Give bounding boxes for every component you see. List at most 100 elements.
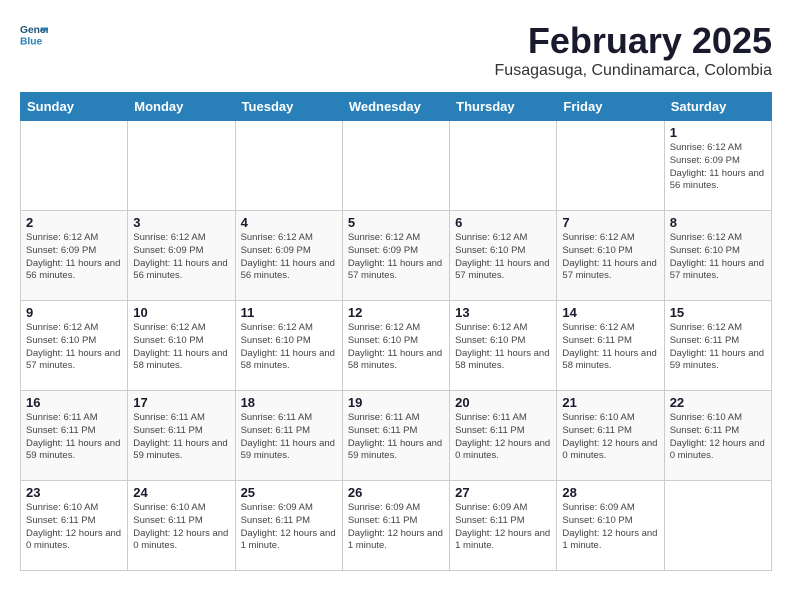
day-info: Sunrise: 6:12 AM Sunset: 6:09 PM Dayligh… [241, 232, 337, 283]
day-info: Sunrise: 6:10 AM Sunset: 6:11 PM Dayligh… [562, 412, 658, 463]
day-number: 5 [348, 215, 444, 230]
day-info: Sunrise: 6:12 AM Sunset: 6:10 PM Dayligh… [348, 322, 444, 373]
day-number: 7 [562, 215, 658, 230]
day-number: 19 [348, 395, 444, 410]
day-number: 1 [670, 125, 766, 140]
table-row: 4 Sunrise: 6:12 AM Sunset: 6:09 PM Daylig… [235, 211, 342, 301]
day-number: 20 [455, 395, 551, 410]
day-info: Sunrise: 6:10 AM Sunset: 6:11 PM Dayligh… [670, 412, 766, 463]
day-number: 9 [26, 305, 122, 320]
day-info: Sunrise: 6:12 AM Sunset: 6:10 PM Dayligh… [26, 322, 122, 373]
day-number: 23 [26, 485, 122, 500]
day-number: 16 [26, 395, 122, 410]
table-row: 20 Sunrise: 6:11 AM Sunset: 6:11 PM Dayli… [450, 391, 557, 481]
day-info: Sunrise: 6:11 AM Sunset: 6:11 PM Dayligh… [348, 412, 444, 463]
day-number: 28 [562, 485, 658, 500]
col-saturday: Saturday [664, 93, 771, 121]
table-row: 24 Sunrise: 6:10 AM Sunset: 6:11 PM Dayli… [128, 481, 235, 571]
calendar-header-row: Sunday Monday Tuesday Wednesday Thursday… [21, 93, 772, 121]
table-row: 22 Sunrise: 6:10 AM Sunset: 6:11 PM Dayli… [664, 391, 771, 481]
day-number: 27 [455, 485, 551, 500]
calendar-title: February 2025 [495, 20, 772, 62]
table-row: 25Sunrise: 6:09 AM Sunset: 6:11 PM Dayli… [235, 481, 342, 571]
calendar-table: Sunday Monday Tuesday Wednesday Thursday… [20, 92, 772, 571]
calendar-week-row: 9 Sunrise: 6:12 AM Sunset: 6:10 PM Daylig… [21, 301, 772, 391]
day-number: 24 [133, 485, 229, 500]
day-number: 22 [670, 395, 766, 410]
day-number: 14 [562, 305, 658, 320]
title-section: February 2025 Fusagasuga, Cundinamarca, … [495, 20, 772, 80]
table-row: 28 Sunrise: 6:09 AM Sunset: 6:10 PM Dayli… [557, 481, 664, 571]
calendar-week-row: 1Sunrise: 6:12 AM Sunset: 6:09 PM Daylig… [21, 121, 772, 211]
day-info: Sunrise: 6:12 AM Sunset: 6:09 PM Dayligh… [26, 232, 122, 283]
day-info: Sunrise: 6:11 AM Sunset: 6:11 PM Dayligh… [455, 412, 551, 463]
logo: General Blue [20, 20, 50, 48]
table-row: 15 Sunrise: 6:12 AM Sunset: 6:11 PM Dayli… [664, 301, 771, 391]
day-number: 13 [455, 305, 551, 320]
day-info: Sunrise: 6:12 AM Sunset: 6:09 PM Dayligh… [348, 232, 444, 283]
table-row: 23Sunrise: 6:10 AM Sunset: 6:11 PM Dayli… [21, 481, 128, 571]
day-info: Sunrise: 6:12 AM Sunset: 6:10 PM Dayligh… [455, 232, 551, 283]
col-monday: Monday [128, 93, 235, 121]
table-row: 16Sunrise: 6:11 AM Sunset: 6:11 PM Dayli… [21, 391, 128, 481]
day-number: 11 [241, 305, 337, 320]
day-info: Sunrise: 6:12 AM Sunset: 6:10 PM Dayligh… [670, 232, 766, 283]
table-row [557, 121, 664, 211]
table-row: 11 Sunrise: 6:12 AM Sunset: 6:10 PM Dayli… [235, 301, 342, 391]
day-info: Sunrise: 6:12 AM Sunset: 6:10 PM Dayligh… [241, 322, 337, 373]
day-number: 25 [241, 485, 337, 500]
table-row [450, 121, 557, 211]
col-wednesday: Wednesday [342, 93, 449, 121]
day-number: 8 [670, 215, 766, 230]
table-row [128, 121, 235, 211]
logo-icon: General Blue [20, 20, 48, 48]
day-info: Sunrise: 6:09 AM Sunset: 6:10 PM Dayligh… [562, 502, 658, 553]
day-info: Sunrise: 6:12 AM Sunset: 6:11 PM Dayligh… [562, 322, 658, 373]
table-row: 18 Sunrise: 6:11 AM Sunset: 6:11 PM Dayli… [235, 391, 342, 481]
day-number: 18 [241, 395, 337, 410]
table-row: 21 Sunrise: 6:10 AM Sunset: 6:11 PM Dayli… [557, 391, 664, 481]
table-row: 1Sunrise: 6:12 AM Sunset: 6:09 PM Daylig… [664, 121, 771, 211]
day-number: 6 [455, 215, 551, 230]
day-info: Sunrise: 6:12 AM Sunset: 6:11 PM Dayligh… [670, 322, 766, 373]
table-row: 19 Sunrise: 6:11 AM Sunset: 6:11 PM Dayli… [342, 391, 449, 481]
table-row: 26Sunrise: 6:09 AM Sunset: 6:11 PM Dayli… [342, 481, 449, 571]
day-number: 10 [133, 305, 229, 320]
svg-text:Blue: Blue [20, 36, 43, 47]
day-info: Sunrise: 6:12 AM Sunset: 6:10 PM Dayligh… [133, 322, 229, 373]
table-row: 3Sunrise: 6:12 AM Sunset: 6:09 PM Daylig… [128, 211, 235, 301]
day-number: 12 [348, 305, 444, 320]
day-info: Sunrise: 6:11 AM Sunset: 6:11 PM Dayligh… [241, 412, 337, 463]
day-info: Sunrise: 6:09 AM Sunset: 6:11 PM Dayligh… [455, 502, 551, 553]
day-info: Sunrise: 6:12 AM Sunset: 6:10 PM Dayligh… [562, 232, 658, 283]
table-row: 14 Sunrise: 6:12 AM Sunset: 6:11 PM Dayli… [557, 301, 664, 391]
table-row [342, 121, 449, 211]
table-row: 7 Sunrise: 6:12 AM Sunset: 6:10 PM Daylig… [557, 211, 664, 301]
table-row: 17Sunrise: 6:11 AM Sunset: 6:11 PM Dayli… [128, 391, 235, 481]
day-info: Sunrise: 6:11 AM Sunset: 6:11 PM Dayligh… [133, 412, 229, 463]
table-row: 6 Sunrise: 6:12 AM Sunset: 6:10 PM Daylig… [450, 211, 557, 301]
day-number: 21 [562, 395, 658, 410]
table-row: 9 Sunrise: 6:12 AM Sunset: 6:10 PM Daylig… [21, 301, 128, 391]
table-row [664, 481, 771, 571]
table-row: 5 Sunrise: 6:12 AM Sunset: 6:09 PM Daylig… [342, 211, 449, 301]
table-row: 8 Sunrise: 6:12 AM Sunset: 6:10 PM Daylig… [664, 211, 771, 301]
table-row: 12 Sunrise: 6:12 AM Sunset: 6:10 PM Dayli… [342, 301, 449, 391]
col-friday: Friday [557, 93, 664, 121]
col-thursday: Thursday [450, 93, 557, 121]
calendar-week-row: 23 Sunrise: 6:10 AM Sunset: 6:11 PM Dayli… [21, 481, 772, 571]
day-number: 26 [348, 485, 444, 500]
calendar-subtitle: Fusagasuga, Cundinamarca, Colombia [495, 62, 772, 80]
day-number: 4 [241, 215, 337, 230]
table-row [235, 121, 342, 211]
day-info: Sunrise: 6:12 AM Sunset: 6:10 PM Dayligh… [455, 322, 551, 373]
calendar-week-row: 2 Sunrise: 6:12 AM Sunset: 6:09 PM Daylig… [21, 211, 772, 301]
day-number: 15 [670, 305, 766, 320]
table-row: 27 Sunrise: 6:09 AM Sunset: 6:11 PM Dayli… [450, 481, 557, 571]
day-number: 3 [133, 215, 229, 230]
day-info: Sunrise: 6:10 AM Sunset: 6:11 PM Dayligh… [133, 502, 229, 553]
table-row: 10 Sunrise: 6:12 AM Sunset: 6:10 PM Dayli… [128, 301, 235, 391]
table-row: 13 Sunrise: 6:12 AM Sunset: 6:10 PM Dayli… [450, 301, 557, 391]
day-number: 2 [26, 215, 122, 230]
calendar-week-row: 16 Sunrise: 6:11 AM Sunset: 6:11 PM Dayli… [21, 391, 772, 481]
